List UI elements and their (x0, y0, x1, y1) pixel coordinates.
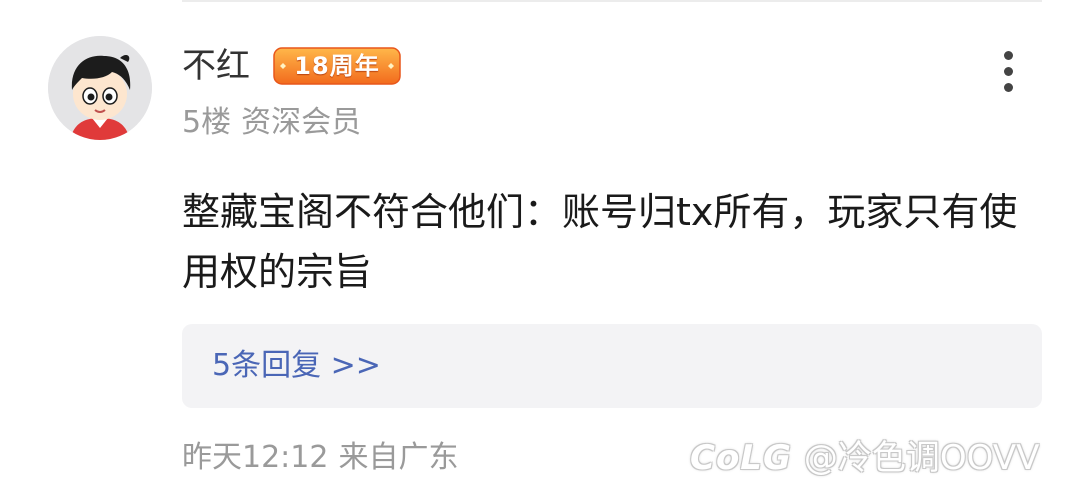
watermark-logo: CoLG (690, 438, 792, 478)
replies-box[interactable]: 5条回复 >> (182, 324, 1042, 408)
post-footer: 昨天12:12 来自广东 (182, 436, 458, 480)
anniversary-badge: 18周年 (270, 44, 404, 88)
member-level: 资深会员 (241, 105, 362, 140)
more-vertical-icon-dot (1003, 66, 1013, 76)
more-vertical-icon (1003, 50, 1013, 60)
more-options-button[interactable] (990, 46, 1026, 96)
post-location: 来自广东 (338, 440, 459, 475)
badge-label: 18周年 (294, 52, 380, 80)
watermark-handle: @冷色调OOVV (803, 438, 1040, 478)
more-vertical-icon-dot (1003, 82, 1013, 92)
post-time: 昨天12:12 (182, 440, 329, 475)
top-divider (182, 0, 1042, 2)
username[interactable]: 不红 (182, 44, 250, 88)
post-meta: 5楼 资深会员 (182, 102, 361, 144)
avatar-illustration (48, 36, 152, 140)
comment-text: 整藏宝阁不符合他们：账号归tx所有，玩家只有使用权的宗旨 (182, 190, 1018, 294)
watermark: CoLG @冷色调OOVV (690, 432, 1039, 484)
view-replies-link[interactable]: 5条回复 >> (212, 324, 381, 408)
user-avatar[interactable] (48, 36, 152, 140)
floor-number: 5楼 (182, 105, 232, 140)
